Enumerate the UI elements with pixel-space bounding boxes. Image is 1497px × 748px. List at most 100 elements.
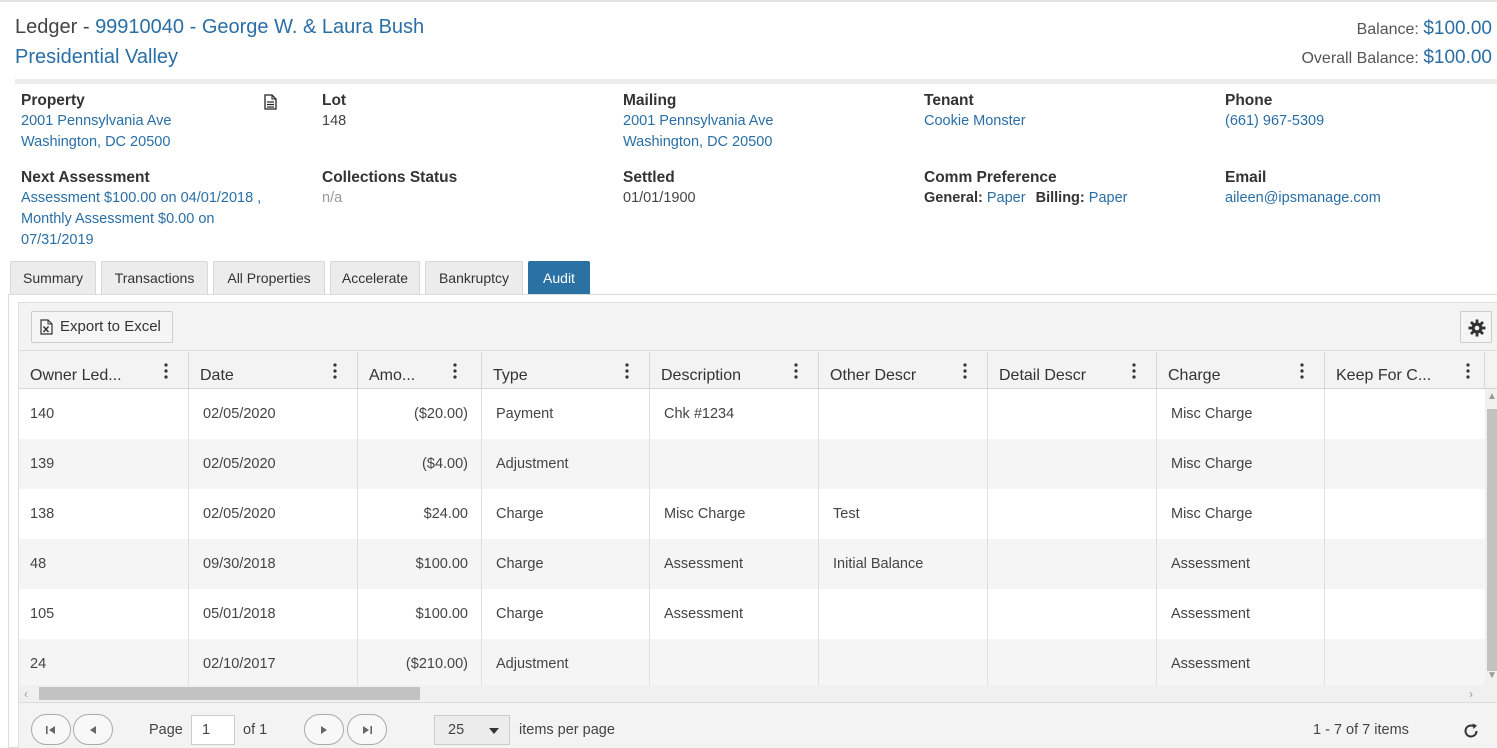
collections-info: Collections Status n/a: [322, 167, 457, 209]
property-address-line2[interactable]: Washington, DC 20500: [21, 132, 172, 153]
column-type[interactable]: Type: [482, 352, 650, 389]
column-menu-icon[interactable]: [453, 363, 457, 379]
column-date[interactable]: Date: [189, 352, 358, 389]
previous-page-button[interactable]: [73, 714, 113, 745]
column-other-descr[interactable]: Other Descr: [819, 352, 988, 389]
refresh-icon[interactable]: [1462, 722, 1480, 740]
cell-keep-for: [1325, 489, 1485, 539]
column-amount[interactable]: Amo...: [358, 352, 482, 389]
table-row[interactable]: 24 02/10/2017 ($210.00) Adjustment Asses…: [19, 639, 1485, 685]
vertical-scroll-thumb[interactable]: [1487, 409, 1497, 671]
account-link[interactable]: 99910040 - George W. & Laura Bush: [95, 16, 424, 38]
page-number-input[interactable]: 1: [191, 715, 235, 745]
column-charge[interactable]: Charge: [1157, 352, 1325, 389]
column-menu-icon[interactable]: [333, 363, 337, 379]
column-owner-ledger[interactable]: Owner Led...: [19, 352, 189, 389]
tab-transactions[interactable]: Transactions: [101, 261, 208, 294]
mailing-address-line2[interactable]: Washington, DC 20500: [623, 132, 774, 153]
phone-value[interactable]: (661) 967-5309: [1225, 111, 1324, 132]
horizontal-scroll-thumb[interactable]: [39, 687, 420, 700]
table-row[interactable]: 48 09/30/2018 $100.00 Charge Assessment …: [19, 539, 1485, 589]
column-menu-icon[interactable]: [1300, 363, 1304, 379]
horizontal-scrollbar[interactable]: ‹ ›: [19, 685, 1497, 702]
first-page-icon: [46, 726, 55, 734]
next-assessment-line1[interactable]: Assessment $100.00 on 04/01/2018 ,: [21, 188, 261, 209]
cell-keep-for: [1325, 639, 1485, 685]
email-info: Email aileen@ipsmanage.com: [1225, 167, 1381, 209]
column-menu-icon[interactable]: [963, 363, 967, 379]
billing-value[interactable]: Paper: [1089, 190, 1128, 206]
next-page-icon: [321, 726, 327, 734]
scroll-down-icon[interactable]: ▼: [1487, 670, 1497, 681]
document-icon[interactable]: [264, 94, 277, 110]
first-page-button[interactable]: [31, 714, 71, 745]
column-description[interactable]: Description: [650, 352, 819, 389]
vertical-scrollbar[interactable]: ▲ ▼: [1485, 389, 1497, 685]
page-size-value: 25: [448, 722, 465, 738]
column-label: Date: [200, 367, 234, 384]
cell-charge: Assessment: [1157, 639, 1325, 685]
column-menu-icon[interactable]: [1132, 363, 1136, 379]
column-detail-descr[interactable]: Detail Descr: [988, 352, 1157, 389]
next-assessment-info: Next Assessment Assessment $100.00 on 04…: [21, 167, 261, 251]
cell-amount: $100.00: [358, 589, 482, 639]
cell-owner-ledger: 48: [19, 539, 189, 589]
scroll-right-icon[interactable]: ›: [1469, 687, 1473, 701]
cell-description: [650, 639, 819, 685]
next-assessment-line2[interactable]: Monthly Assessment $0.00 on: [21, 209, 261, 230]
next-assessment-line3[interactable]: 07/31/2019: [21, 230, 261, 251]
chevron-down-icon: [489, 728, 499, 734]
column-label: Description: [661, 367, 742, 384]
mailing-address-line1[interactable]: 2001 Pennsylvania Ave: [623, 111, 774, 132]
collections-label: Collections Status: [322, 169, 458, 186]
tab-audit[interactable]: Audit: [528, 261, 590, 294]
column-menu-icon[interactable]: [794, 363, 798, 379]
cell-detail-descr: [988, 539, 1157, 589]
cell-charge: Misc Charge: [1157, 439, 1325, 489]
items-per-page-label: items per page: [519, 722, 615, 738]
grid-settings-button[interactable]: [1460, 311, 1492, 343]
tab-bankruptcy[interactable]: Bankruptcy: [425, 261, 523, 294]
gear-icon: [1468, 319, 1486, 337]
page-size-select[interactable]: 25: [434, 715, 510, 745]
general-value[interactable]: Paper: [987, 190, 1026, 206]
scroll-left-icon[interactable]: ‹: [24, 687, 28, 701]
cell-description: Assessment: [650, 589, 819, 639]
cell-other-descr: [819, 439, 988, 489]
community-link[interactable]: Presidential Valley: [15, 46, 178, 69]
table-row[interactable]: 138 02/05/2020 $24.00 Charge Misc Charge…: [19, 489, 1485, 539]
excel-file-icon: [40, 319, 53, 335]
column-keep-for[interactable]: Keep For C...: [1325, 352, 1485, 389]
cell-owner-ledger: 139: [19, 439, 189, 489]
table-row[interactable]: 139 02/05/2020 ($4.00) Adjustment Misc C…: [19, 439, 1485, 489]
column-menu-icon[interactable]: [625, 363, 629, 379]
cell-detail-descr: [988, 639, 1157, 685]
phone-label: Phone: [1225, 92, 1273, 109]
cell-type: Charge: [482, 539, 650, 589]
table-row[interactable]: 140 02/05/2020 ($20.00) Payment Chk #123…: [19, 389, 1485, 439]
last-page-icon: [363, 726, 372, 734]
cell-keep-for: [1325, 439, 1485, 489]
email-value[interactable]: aileen@ipsmanage.com: [1225, 188, 1381, 209]
comm-preference-label: Comm Preference: [924, 169, 1057, 186]
cell-keep-for: [1325, 539, 1485, 589]
table-row[interactable]: 105 05/01/2018 $100.00 Charge Assessment…: [19, 589, 1485, 639]
grid-toolbar: Export to Excel: [19, 303, 1497, 351]
column-menu-icon[interactable]: [164, 363, 168, 379]
next-page-button[interactable]: [304, 714, 344, 745]
tab-all-properties[interactable]: All Properties: [213, 261, 325, 294]
export-excel-button[interactable]: Export to Excel: [31, 311, 173, 343]
tab-summary[interactable]: Summary: [10, 261, 96, 294]
tab-accelerate[interactable]: Accelerate: [330, 261, 420, 294]
column-menu-icon[interactable]: [1466, 363, 1470, 379]
cell-type: Payment: [482, 389, 650, 439]
last-page-button[interactable]: [347, 714, 387, 745]
scroll-up-icon[interactable]: ▲: [1487, 391, 1497, 402]
top-border: [0, 0, 1497, 2]
mailing-label: Mailing: [623, 92, 677, 109]
column-label: Keep For C...: [1336, 367, 1432, 384]
cell-detail-descr: [988, 589, 1157, 639]
property-address-line1[interactable]: 2001 Pennsylvania Ave: [21, 111, 172, 132]
tenant-value[interactable]: Cookie Monster: [924, 111, 1026, 132]
cell-description: [650, 439, 819, 489]
